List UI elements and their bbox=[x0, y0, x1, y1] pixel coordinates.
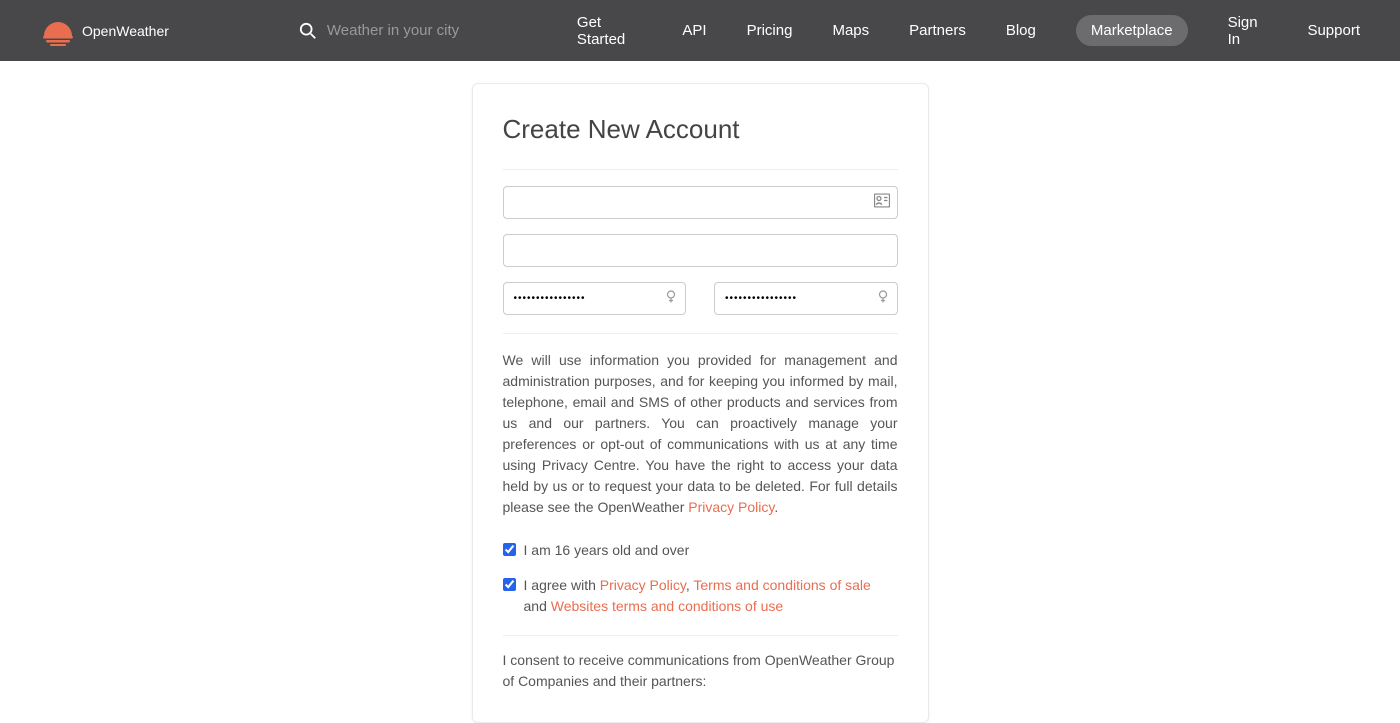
password-input[interactable] bbox=[503, 282, 687, 315]
divider bbox=[503, 333, 898, 334]
agree-label: I agree with Privacy Policy, Terms and c… bbox=[524, 575, 898, 617]
agree-check-row: I agree with Privacy Policy, Terms and c… bbox=[503, 575, 898, 617]
nav-links: Get Started API Pricing Maps Partners Bl… bbox=[577, 14, 1360, 48]
info-text: We will use information you provided for… bbox=[503, 350, 898, 518]
main-content: Create New Account bbox=[0, 61, 1400, 723]
nav-sign-in[interactable]: Sign In bbox=[1228, 14, 1268, 48]
key-icon bbox=[876, 289, 890, 308]
privacy-policy-link[interactable]: Privacy Policy bbox=[688, 499, 774, 515]
nav-maps[interactable]: Maps bbox=[832, 22, 869, 39]
age-label: I am 16 years old and over bbox=[524, 540, 690, 561]
agree-checkbox[interactable] bbox=[503, 578, 516, 591]
agree-prefix: I agree with bbox=[524, 577, 600, 593]
nav-partners[interactable]: Partners bbox=[909, 22, 966, 39]
divider bbox=[503, 169, 898, 170]
nav-get-started[interactable]: Get Started bbox=[577, 14, 643, 48]
password-repeat-input[interactable] bbox=[714, 282, 898, 315]
nav-support[interactable]: Support bbox=[1307, 22, 1360, 39]
search-icon bbox=[299, 22, 317, 40]
username-input[interactable] bbox=[503, 186, 898, 219]
password-wrap bbox=[503, 282, 687, 315]
privacy-policy-link2[interactable]: Privacy Policy bbox=[600, 577, 686, 593]
search-wrap bbox=[299, 22, 527, 40]
email-input[interactable] bbox=[503, 234, 898, 267]
nav-marketplace[interactable]: Marketplace bbox=[1076, 15, 1188, 46]
key-icon bbox=[664, 289, 678, 308]
tc-use-link[interactable]: Websites terms and conditions of use bbox=[551, 598, 783, 614]
logo[interactable]: OpenWeather bbox=[40, 16, 169, 46]
and: and bbox=[524, 598, 551, 614]
search-input[interactable] bbox=[327, 22, 527, 39]
page-title: Create New Account bbox=[503, 114, 898, 145]
nav-api[interactable]: API bbox=[682, 22, 706, 39]
contact-card-icon bbox=[874, 193, 890, 212]
navbar: OpenWeather Get Started API Pricing Maps… bbox=[0, 0, 1400, 61]
consent-text: I consent to receive communications from… bbox=[503, 650, 898, 692]
period: . bbox=[774, 499, 778, 515]
tc-sale-link[interactable]: Terms and conditions of sale bbox=[693, 577, 870, 593]
logo-text: OpenWeather bbox=[82, 23, 169, 39]
divider bbox=[503, 635, 898, 636]
password-repeat-wrap bbox=[714, 282, 898, 315]
nav-pricing[interactable]: Pricing bbox=[747, 22, 793, 39]
username-wrap bbox=[503, 186, 898, 219]
password-row bbox=[503, 282, 898, 315]
age-checkbox[interactable] bbox=[503, 543, 516, 556]
nav-blog[interactable]: Blog bbox=[1006, 22, 1036, 39]
info-body: We will use information you provided for… bbox=[503, 352, 898, 515]
logo-icon bbox=[40, 16, 76, 46]
email-wrap bbox=[503, 234, 898, 267]
age-check-row: I am 16 years old and over bbox=[503, 540, 898, 561]
signup-card: Create New Account bbox=[472, 83, 929, 723]
